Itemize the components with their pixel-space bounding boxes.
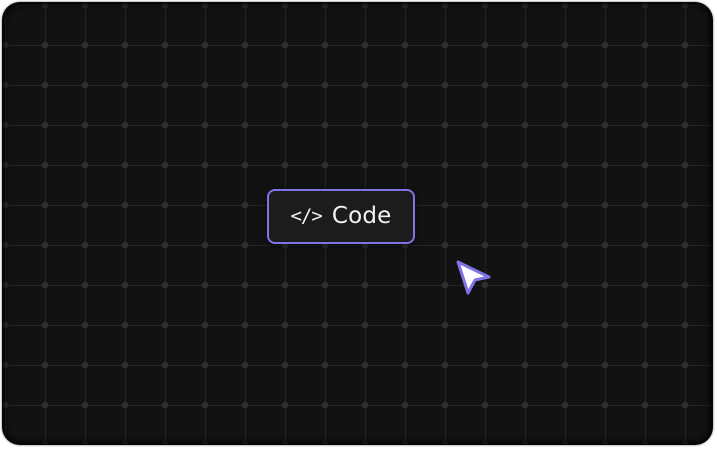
code-button[interactable]: </> Code	[267, 189, 415, 244]
code-button-label: Code	[331, 203, 392, 229]
code-brackets-icon: </>	[290, 205, 322, 227]
pointer-cursor-icon	[456, 260, 491, 295]
grid-canvas: </> Code	[2, 2, 713, 445]
